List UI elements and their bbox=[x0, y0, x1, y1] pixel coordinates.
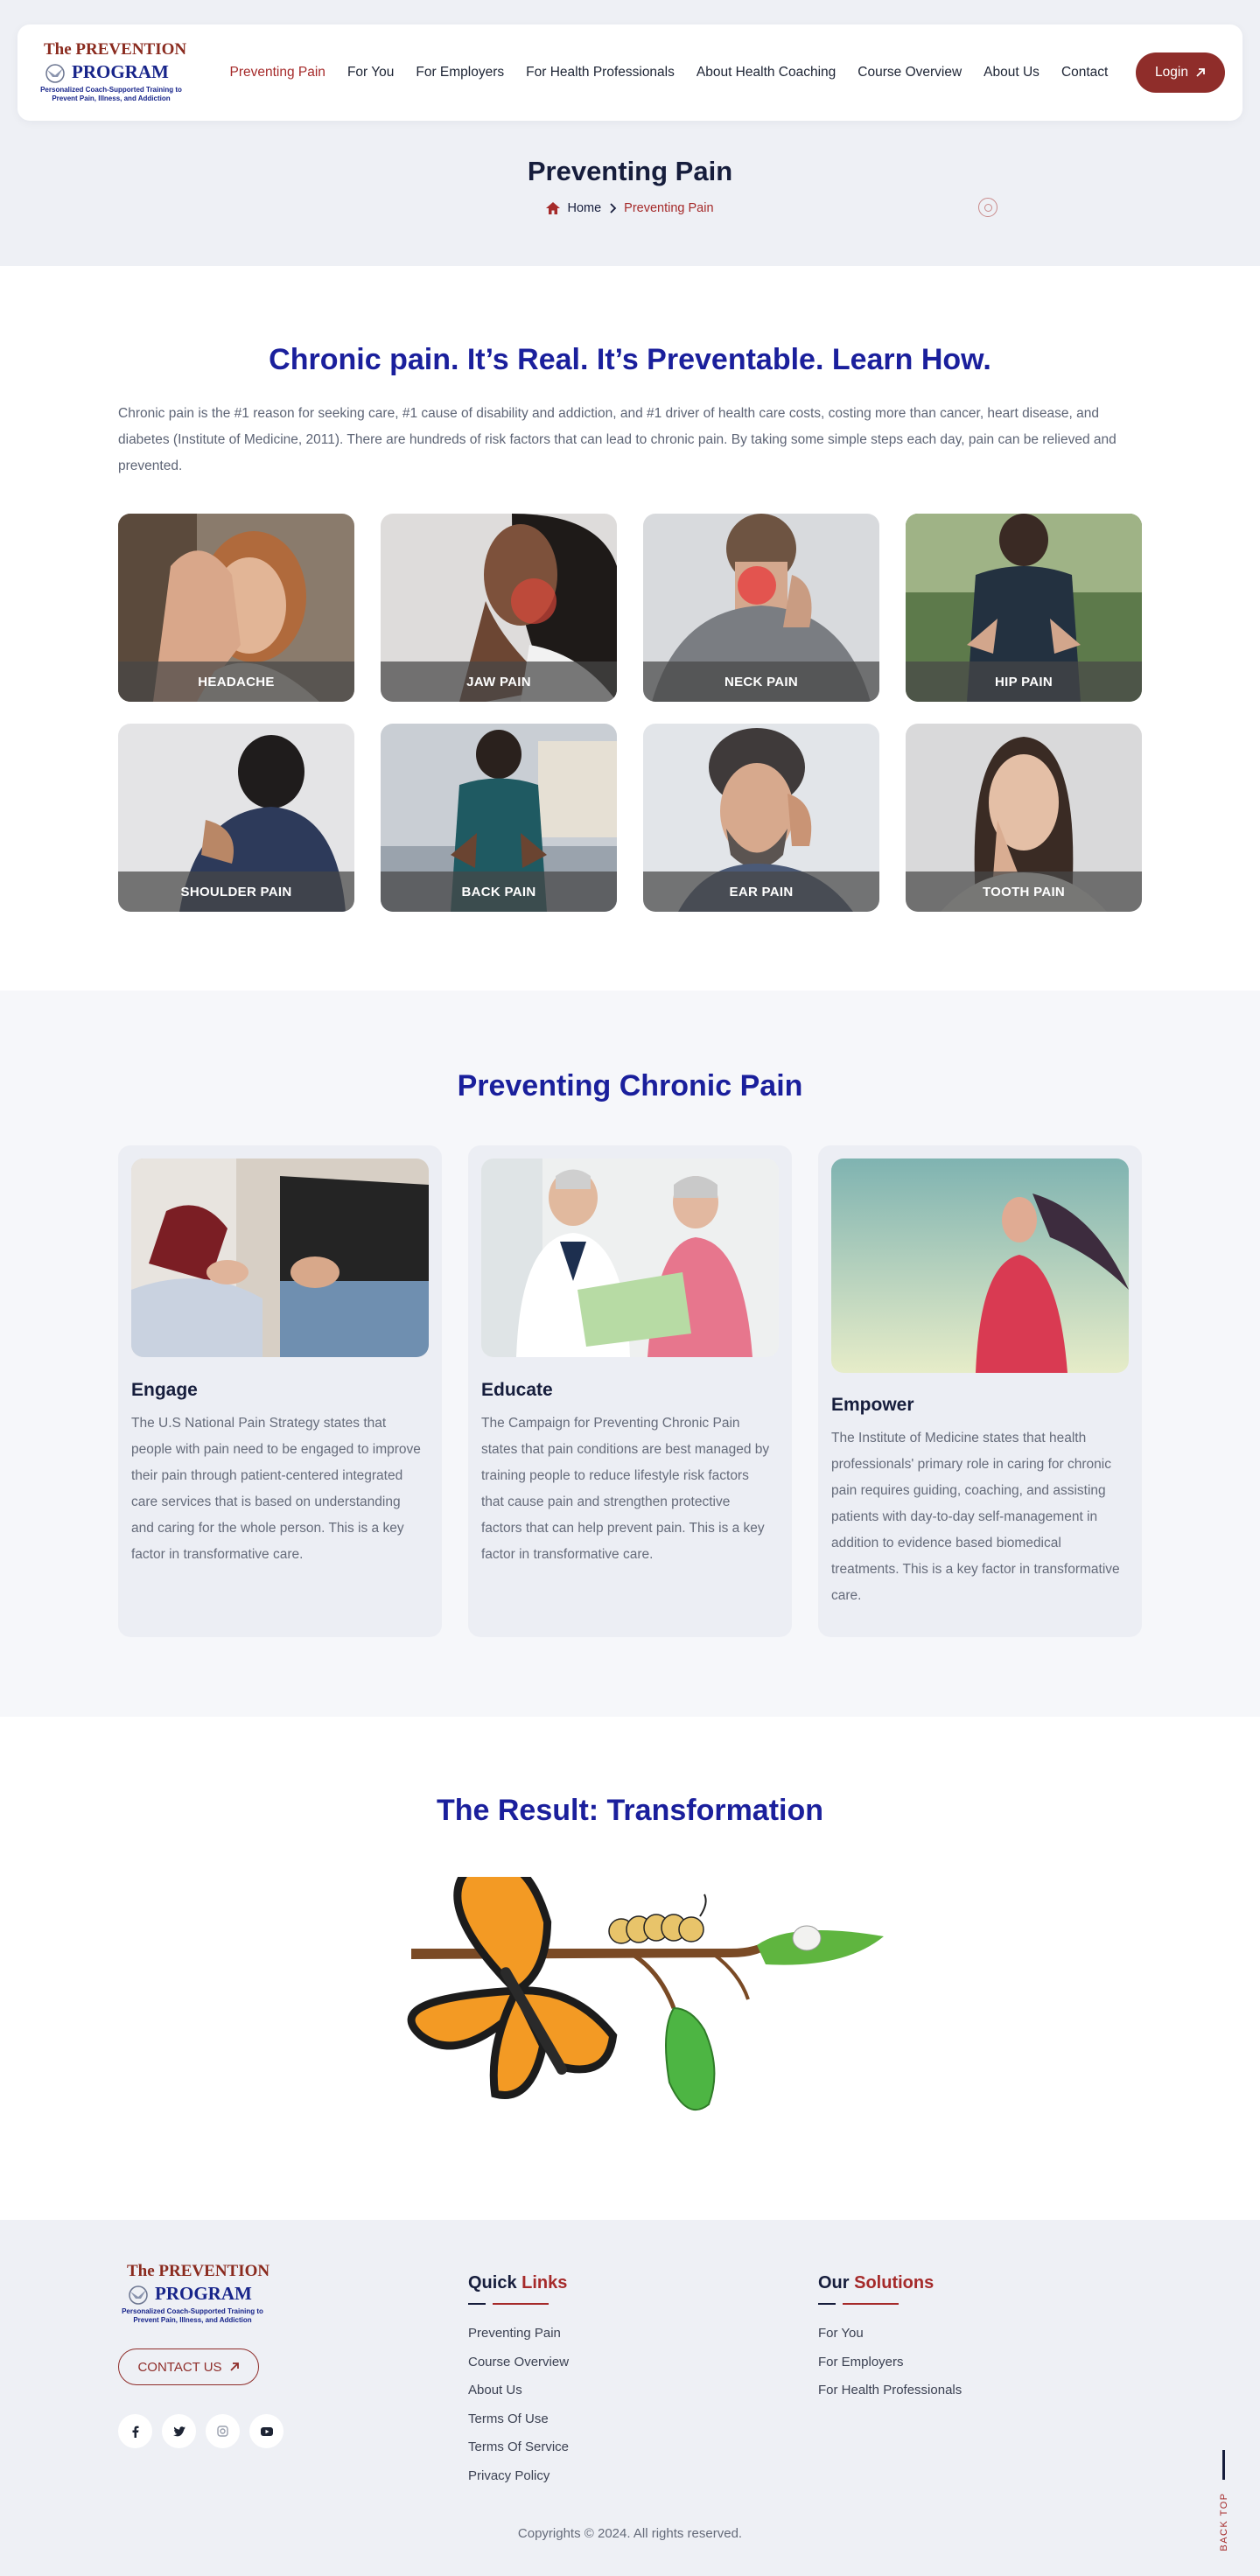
pillar-text: The U.S National Pain Strategy states th… bbox=[131, 1416, 421, 1562]
pillar-title: Empower bbox=[831, 1395, 914, 1415]
pain-card-label: SHOULDER PAIN bbox=[118, 872, 354, 912]
transformation-illustration bbox=[407, 1877, 884, 2111]
solutions-underline bbox=[818, 2303, 899, 2305]
pain-card-label: EAR PAIN bbox=[643, 872, 879, 912]
pain-card-label: JAW PAIN bbox=[381, 662, 617, 702]
pain-card-headache[interactable]: HEADACHE bbox=[118, 514, 354, 702]
quick-links-title-a: Quick bbox=[468, 2273, 517, 2292]
footer-logo[interactable]: The PREVENTION PROGRAM Personalized Coac… bbox=[118, 2262, 270, 2332]
pillar-title: Educate bbox=[481, 1380, 553, 1400]
breadcrumb-home[interactable]: Home bbox=[567, 201, 601, 215]
social-links bbox=[118, 2414, 284, 2448]
page-title: Preventing Pain bbox=[527, 156, 733, 186]
solutions-title: Our Solutions bbox=[818, 2273, 934, 2293]
nav-item-course-overview[interactable]: Course Overview bbox=[847, 65, 973, 80]
pillar-engage: Engage The U.S National Pain Strategy st… bbox=[118, 1145, 442, 1637]
empower-photo bbox=[831, 1158, 1129, 1373]
pain-card-shoulder-pain[interactable]: SHOULDER PAIN bbox=[118, 724, 354, 912]
solutions-title-b: Solutions bbox=[854, 2273, 934, 2292]
quick-links-title: Quick Links bbox=[468, 2273, 567, 2293]
footer-link-course-overview[interactable]: Course Overview bbox=[468, 2354, 569, 2383]
pillar-educate: Educate The Campaign for Preventing Chro… bbox=[468, 1145, 792, 1637]
nav-item-for-health-professionals[interactable]: For Health Professionals bbox=[515, 65, 686, 80]
quick-links-list: Preventing Pain Course Overview About Us… bbox=[468, 2325, 569, 2496]
pain-card-hip-pain[interactable]: HIP PAIN bbox=[906, 514, 1142, 702]
back-to-top-button[interactable]: BACK TOP bbox=[1215, 2450, 1233, 2555]
pain-card-label: HIP PAIN bbox=[906, 662, 1142, 702]
pain-card-jaw-pain[interactable]: JAW PAIN bbox=[381, 514, 617, 702]
copyright-text: Copyrights © 2024. All rights reserved. bbox=[517, 2526, 743, 2541]
login-label: Login bbox=[1155, 65, 1188, 80]
twitter-icon[interactable] bbox=[162, 2414, 196, 2448]
arrow-up-right-icon bbox=[1196, 68, 1205, 77]
engage-photo bbox=[131, 1158, 429, 1357]
logo-line2: PROGRAM bbox=[72, 61, 169, 82]
back-top-bar bbox=[1222, 2450, 1225, 2480]
empower-image-frame bbox=[831, 1158, 1129, 1373]
pain-card-ear-pain[interactable]: EAR PAIN bbox=[643, 724, 879, 912]
nav-item-for-you[interactable]: For You bbox=[336, 65, 404, 80]
chronic-heading: Preventing Chronic Pain bbox=[457, 1069, 803, 1102]
logo-bird-icon bbox=[129, 2286, 148, 2305]
educate-image-frame bbox=[481, 1158, 779, 1357]
navbar: The PREVENTION PROGRAM Personalized Coac… bbox=[18, 24, 1242, 121]
login-button[interactable]: Login bbox=[1136, 52, 1225, 93]
nav-item-preventing-pain[interactable]: Preventing Pain bbox=[219, 65, 336, 80]
footer-link-about-us[interactable]: About Us bbox=[468, 2382, 569, 2411]
pain-card-neck-pain[interactable]: NECK PAIN bbox=[643, 514, 879, 702]
pillar-empower: Empower The Institute of Medicine states… bbox=[818, 1145, 1142, 1637]
logo-tagline: Personalized Coach-Supported Training to… bbox=[40, 86, 182, 102]
intro-text: Chronic pain is the #1 reason for seekin… bbox=[118, 406, 1116, 473]
breadcrumb: Home Preventing Pain bbox=[0, 201, 1260, 215]
result-heading: The Result: Transformation bbox=[436, 1794, 824, 1827]
back-top-label: BACK TOP bbox=[1219, 2492, 1229, 2552]
footer-link-preventing-pain[interactable]: Preventing Pain bbox=[468, 2325, 569, 2354]
pain-card-label: HEADACHE bbox=[118, 662, 354, 702]
home-icon bbox=[546, 202, 561, 214]
footer-link-for-health-professionals[interactable]: For Health Professionals bbox=[818, 2382, 962, 2411]
pillar-text: The Institute of Medicine states that he… bbox=[831, 1431, 1120, 1603]
footer-link-for-employers[interactable]: For Employers bbox=[818, 2354, 962, 2383]
footer-link-terms-of-service[interactable]: Terms Of Service bbox=[468, 2439, 569, 2468]
logo-tagline: Personalized Coach-Supported Training to… bbox=[122, 2307, 263, 2324]
youtube-icon[interactable] bbox=[249, 2414, 284, 2448]
site-logo[interactable]: The PREVENTION PROGRAM Personalized Coac… bbox=[37, 40, 186, 107]
instagram-icon[interactable] bbox=[206, 2414, 240, 2448]
solutions-title-a: Our bbox=[818, 2273, 850, 2292]
engage-image-frame bbox=[131, 1158, 429, 1357]
nav-item-about-us[interactable]: About Us bbox=[973, 65, 1051, 80]
quick-links-underline bbox=[468, 2303, 549, 2305]
solutions-list: For You For Employers For Health Profess… bbox=[818, 2325, 962, 2411]
pillar-title: Engage bbox=[131, 1380, 198, 1400]
footer-link-for-you[interactable]: For You bbox=[818, 2325, 962, 2354]
breadcrumb-current: Preventing Pain bbox=[624, 201, 714, 215]
logo-line2: PROGRAM bbox=[155, 2283, 252, 2304]
nav-item-about-health-coaching[interactable]: About Health Coaching bbox=[685, 65, 846, 80]
pain-card-back-pain[interactable]: BACK PAIN bbox=[381, 724, 617, 912]
main-nav: Preventing Pain For You For Employers Fo… bbox=[219, 24, 1119, 121]
footer-link-terms-of-use[interactable]: Terms Of Use bbox=[468, 2411, 569, 2440]
nav-item-contact[interactable]: Contact bbox=[1050, 65, 1118, 80]
logo-bird-icon bbox=[46, 64, 65, 83]
footer-link-privacy-policy[interactable]: Privacy Policy bbox=[468, 2468, 569, 2496]
intro-heading: Chronic pain. It’s Real. It’s Preventabl… bbox=[269, 343, 991, 376]
pillar-text: The Campaign for Preventing Chronic Pain… bbox=[481, 1416, 770, 1562]
logo-line1: The PREVENTION bbox=[44, 40, 187, 59]
arrow-up-right-icon bbox=[229, 2362, 239, 2371]
educate-photo bbox=[481, 1158, 779, 1357]
contact-us-button[interactable]: CONTACT US bbox=[118, 2348, 259, 2385]
chevron-right-icon bbox=[610, 203, 617, 214]
pain-card-label: BACK PAIN bbox=[381, 872, 617, 912]
decorative-circle bbox=[978, 198, 998, 217]
logo-line1: The PREVENTION bbox=[127, 2262, 270, 2280]
pain-card-label: TOOTH PAIN bbox=[906, 872, 1142, 912]
pain-card-tooth-pain[interactable]: TOOTH PAIN bbox=[906, 724, 1142, 912]
pain-card-label: NECK PAIN bbox=[643, 662, 879, 702]
nav-item-for-employers[interactable]: For Employers bbox=[405, 65, 515, 80]
contact-us-label: CONTACT US bbox=[137, 2359, 222, 2375]
quick-links-title-b: Links bbox=[522, 2273, 568, 2292]
facebook-icon[interactable] bbox=[118, 2414, 152, 2448]
